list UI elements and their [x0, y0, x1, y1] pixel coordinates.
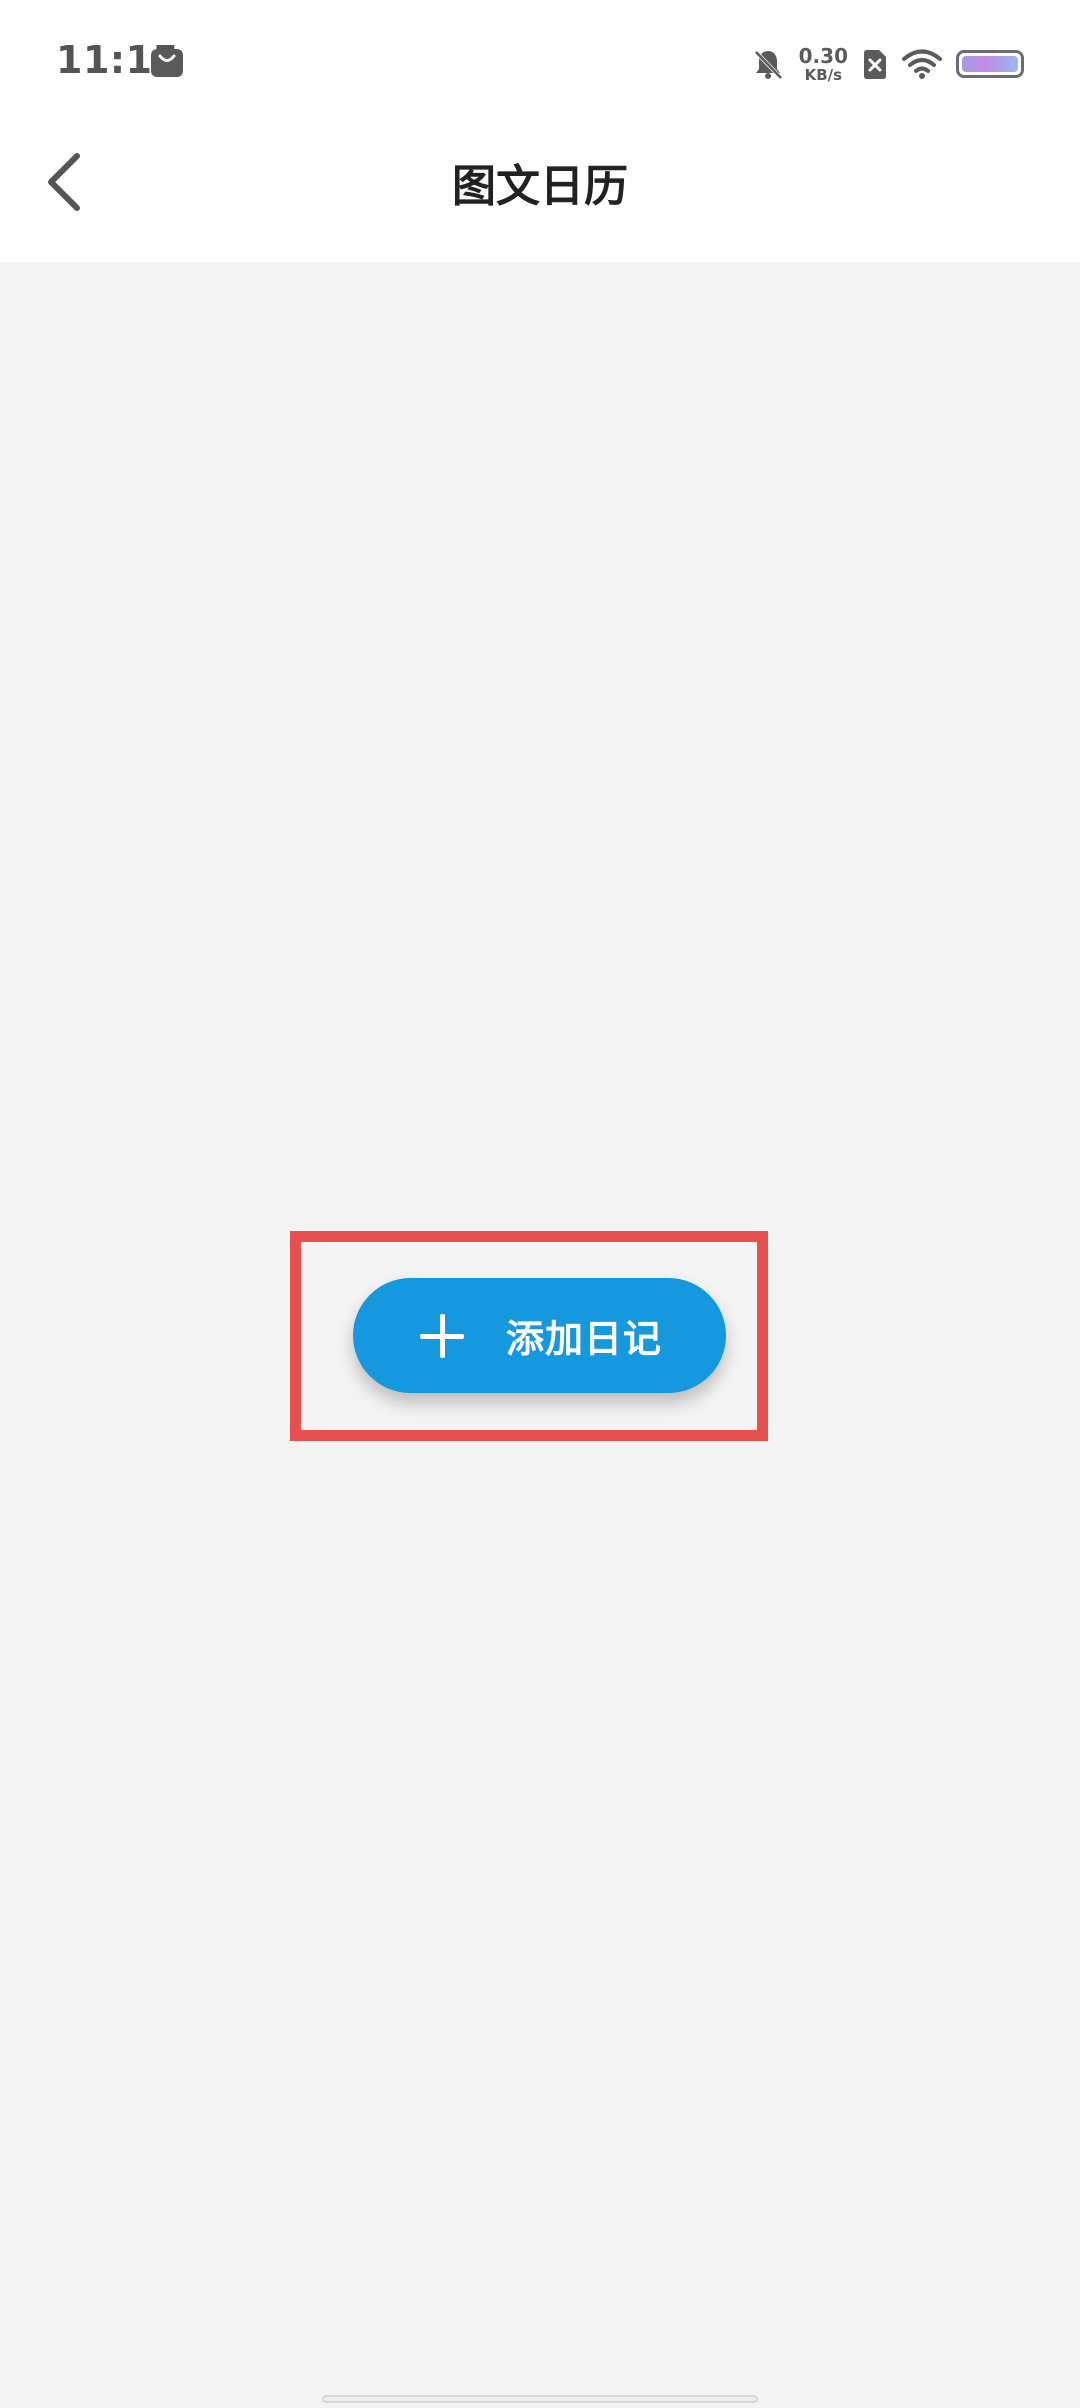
app-header: 图文日历: [0, 120, 1080, 262]
network-speed-value: 0.30: [798, 43, 848, 68]
battery-level-fill: [962, 56, 1018, 72]
shopping-bag-icon: [151, 49, 183, 77]
network-speed: 0.30 KB/s: [799, 46, 848, 83]
page-title: 图文日历: [452, 161, 628, 212]
battery-icon: [956, 50, 1024, 78]
add-diary-label: 添加日记: [506, 1317, 663, 1361]
add-diary-button[interactable]: 添加日记: [353, 1278, 726, 1393]
sim-none-icon: [864, 50, 886, 79]
status-bar: 11:15 0.30 KB/s: [0, 0, 1080, 120]
wifi-icon: [902, 49, 942, 79]
network-speed-unit: KB/s: [804, 65, 843, 84]
bell-muted-icon: [754, 50, 783, 80]
home-indicator[interactable]: [322, 2395, 758, 2403]
plus-icon: [420, 1313, 464, 1358]
status-icons: 0.30 KB/s: [751, 36, 1024, 92]
